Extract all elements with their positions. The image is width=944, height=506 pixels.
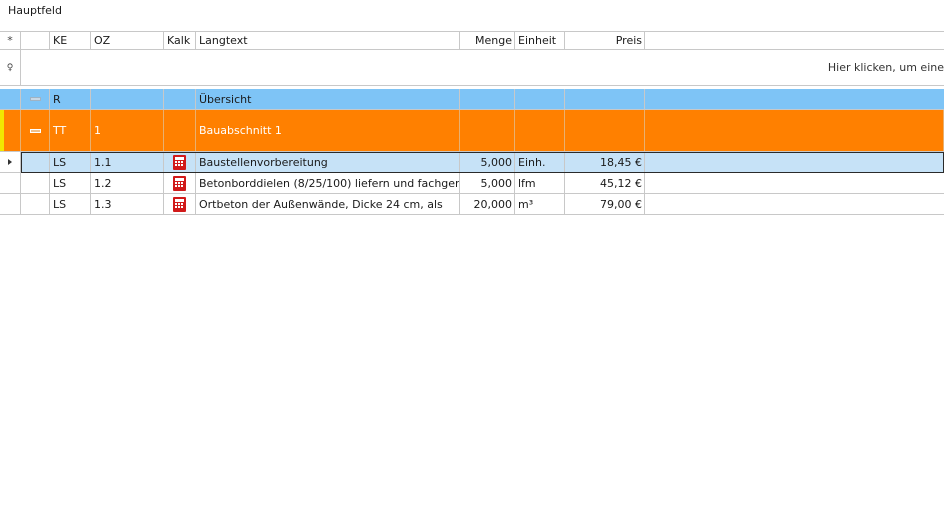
cell-preis[interactable] [565,89,645,109]
cell-ke[interactable]: LS [50,194,91,214]
cell-kalk[interactable] [164,152,196,172]
cell-menge[interactable] [460,89,515,109]
cell-preis[interactable]: 18,45 € [565,152,645,172]
cell-kalk[interactable] [164,173,196,193]
pin-icon: ♀ [6,62,14,73]
cell-empty [645,152,944,172]
cell-empty [645,89,944,109]
cell-oz[interactable]: 1 [91,110,164,151]
column-header-einheit[interactable]: Einheit [515,32,565,49]
group-panel-hint[interactable]: Hier klicken, um eine [828,50,944,85]
cell-oz[interactable] [91,89,164,109]
column-header-ke[interactable]: KE [50,32,91,49]
cell-langtext[interactable]: Baustellenvorbereitung [196,152,460,172]
cell-einheit[interactable] [515,110,565,151]
cell-preis[interactable]: 79,00 € [565,194,645,214]
row-indicator [0,194,21,214]
group-panel-row[interactable]: ♀ Hier klicken, um eine [0,50,944,86]
header-indicator [21,32,50,49]
cell-ke[interactable]: LS [50,152,91,172]
cell-einheit[interactable]: lfm [515,173,565,193]
minus-icon [29,97,41,101]
focus-marker [0,110,4,151]
cell-oz[interactable]: 1.2 [91,173,164,193]
column-header-langtext[interactable]: Langtext [196,32,460,49]
asterisk-icon: * [7,34,13,47]
table-row[interactable]: LS 1.2 Betonborddielen (8/25/100) liefer… [0,173,944,194]
row-indicator [0,173,21,193]
row-indicator [0,110,21,151]
collapse-button[interactable] [21,89,50,109]
cell-oz[interactable]: 1.1 [91,152,164,172]
cell-ke[interactable]: R [50,89,91,109]
table-row[interactable]: LS 1.1 Baustellenvorbereitung 5,000 Einh… [0,152,944,173]
cell-empty [645,110,944,151]
column-header-empty [645,32,944,49]
cell-menge[interactable]: 5,000 [460,152,515,172]
row-indicator [0,89,21,109]
table-row-section[interactable]: TT 1 Bauabschnitt 1 [0,110,944,152]
cell-kalk[interactable] [164,110,196,151]
cell-preis[interactable]: 45,12 € [565,173,645,193]
cell-ke[interactable]: TT [50,110,91,151]
collapse-button[interactable] [21,110,50,151]
cell-einheit[interactable] [515,89,565,109]
cell-langtext[interactable]: Übersicht [196,89,460,109]
cell-menge[interactable] [460,110,515,151]
row-indicator [0,152,21,172]
cell-indent [21,152,50,172]
table-row[interactable]: LS 1.3 Ortbeton der Außenwände, Dicke 24… [0,194,944,215]
filter-pin-cell[interactable]: ♀ [0,50,21,85]
cell-langtext[interactable]: Betonborddielen (8/25/100) liefern und f… [196,173,460,193]
cell-einheit[interactable]: Einh. [515,152,565,172]
cell-menge[interactable]: 20,000 [460,194,515,214]
calculator-icon[interactable] [173,175,186,191]
table-row-overview[interactable]: R Übersicht [0,89,944,110]
cell-indent [21,173,50,193]
minus-icon [29,128,41,133]
column-header-oz[interactable]: OZ [91,32,164,49]
cell-ke[interactable]: LS [50,173,91,193]
cell-einheit[interactable]: m³ [515,194,565,214]
cell-preis[interactable] [565,110,645,151]
cell-kalk[interactable] [164,89,196,109]
column-header-kalk[interactable]: Kalk [164,32,196,49]
cell-oz[interactable]: 1.3 [91,194,164,214]
calculator-icon[interactable] [173,154,186,170]
cell-kalk[interactable] [164,194,196,214]
cell-menge[interactable]: 5,000 [460,173,515,193]
column-chooser-button[interactable]: * [0,32,21,49]
grid-header: * KE OZ Kalk Langtext Menge Einheit Prei… [0,31,944,50]
calculator-icon[interactable] [173,196,186,212]
cell-empty [645,173,944,193]
current-row-arrow-icon [8,159,12,165]
column-header-preis[interactable]: Preis [565,32,645,49]
cell-langtext[interactable]: Bauabschnitt 1 [196,110,460,151]
cell-langtext[interactable]: Ortbeton der Außenwände, Dicke 24 cm, al… [196,194,460,214]
cell-empty [645,194,944,214]
column-header-menge[interactable]: Menge [460,32,515,49]
panel-title: Hauptfeld [8,4,62,17]
cell-indent [21,194,50,214]
